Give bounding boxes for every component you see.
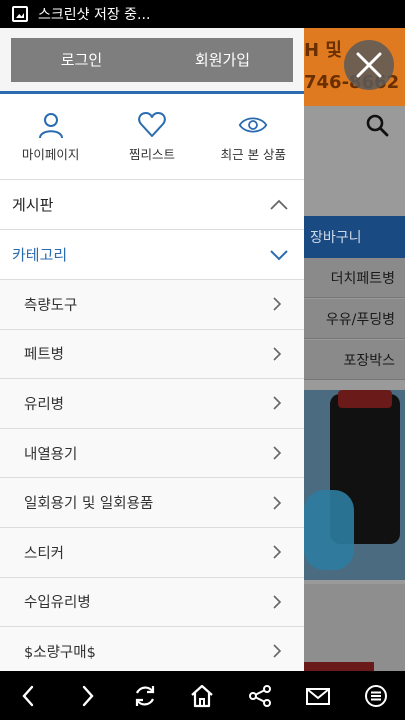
category-item-label: 페트병 [24,347,65,364]
browser-nav-bar [0,671,405,720]
heart-icon [138,112,166,137]
category-item-label: 수입유리병 [24,595,91,612]
category-item-label: 측량도구 [24,297,78,314]
category-item-label: 스티커 [24,545,65,562]
quick-link-mypage[interactable]: 마이페이지 [0,94,101,179]
share-icon[interactable] [247,683,273,709]
auth-bar: 로그인 회원가입 [0,28,304,94]
close-icon [356,52,382,78]
back-arrow-icon[interactable] [16,683,42,709]
person-icon [38,113,63,139]
chevron-right-icon [273,545,282,559]
chevron-down-icon [270,249,288,260]
signup-button[interactable]: 회원가입 [152,37,293,82]
home-icon[interactable] [189,683,215,709]
category-item[interactable]: $소량구매$ [0,627,304,671]
category-label: 카테고리 [12,246,68,264]
side-drawer: 로그인 회원가입 마이페이지 찜리스트 최근 본 상품 게시판 카테고리 측량도… [0,28,304,671]
category-item-label: $소량구매$ [24,644,96,661]
forward-arrow-icon[interactable] [74,683,100,709]
chevron-right-icon [273,496,282,510]
status-text: 스크린샷 저장 중... [38,7,151,23]
board-section[interactable]: 게시판 [0,180,304,230]
product-image [304,390,405,580]
background-category: 포장박스 [304,340,405,380]
quick-link-label: 찜리스트 [128,147,175,162]
menu-icon[interactable] [363,683,389,709]
category-section[interactable]: 카테고리 [0,230,304,280]
close-button[interactable] [344,40,394,90]
category-item[interactable]: 스티커 [0,527,304,578]
chevron-right-icon [273,644,282,659]
status-bar: 스크린샷 저장 중... [0,0,405,28]
chevron-right-icon [273,595,282,609]
category-item[interactable]: 수입유리병 [0,577,304,628]
screenshot-icon [12,6,28,22]
background-footer-area [304,584,405,671]
login-button[interactable]: 로그인 [11,37,152,82]
search-icon [366,114,389,137]
quick-link-label: 마이페이지 [21,147,80,162]
background-category: 더치페트병 [304,258,405,298]
eye-icon [239,117,268,133]
mail-icon[interactable] [305,683,331,709]
category-item-label: 내열용기 [24,446,78,463]
category-item-label: 일회용기 및 일회용품 [24,496,154,513]
chevron-right-icon [273,396,282,411]
quick-links: 마이페이지 찜리스트 최근 본 상품 [0,94,304,180]
quick-link-recent[interactable]: 최근 본 상품 [203,94,304,179]
chevron-right-icon [273,297,282,311]
background-product-edge [304,662,374,671]
chevron-up-icon [270,199,288,210]
category-item[interactable]: 일회용기 및 일회용품 [0,478,304,528]
quick-link-wishlist[interactable]: 찜리스트 [101,94,202,179]
jar-lid-shape [338,390,392,408]
category-item[interactable]: 유리병 [0,379,304,429]
board-label: 게시판 [12,196,54,214]
chevron-right-icon [273,347,282,361]
refresh-icon[interactable] [132,683,158,709]
quick-link-label: 최근 본 상품 [220,147,287,162]
category-item[interactable]: 측량도구 [0,280,304,330]
cart-link: 장바구니 [304,216,405,258]
background-category: 우유/푸딩병 [304,299,405,339]
category-item[interactable]: 페트병 [0,329,304,380]
banner-line1: H 및 [304,40,342,61]
chevron-right-icon [273,446,282,460]
category-item-label: 유리병 [24,396,65,413]
category-item[interactable]: 내열용기 [0,428,304,479]
glass-shape [304,490,354,570]
